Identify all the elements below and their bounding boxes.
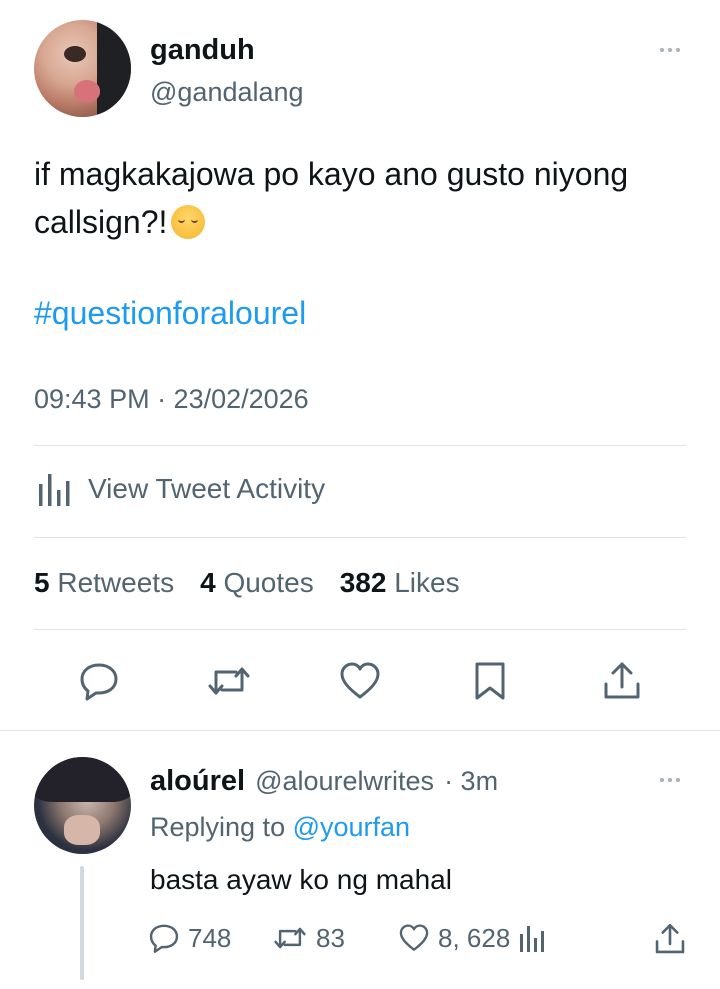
avatar[interactable]	[34, 20, 131, 117]
retweet-icon	[274, 927, 306, 949]
reply-action-bar: 748 83 8, 628	[148, 922, 693, 962]
divider	[34, 445, 686, 446]
retweets-stat[interactable]: 5 Retweets	[34, 567, 174, 599]
share-icon	[655, 923, 685, 954]
reply-time[interactable]: · 3m	[444, 766, 498, 797]
like-count: 8, 628	[438, 922, 511, 953]
view-tweet-activity-button[interactable]: View Tweet Activity	[34, 470, 325, 508]
reply-retweet-button[interactable]: 83	[272, 922, 345, 954]
view-tweet-activity-label: View Tweet Activity	[88, 473, 326, 504]
author-handle[interactable]: @gandalang	[150, 77, 304, 108]
reply-author-name[interactable]: aloúrel	[150, 765, 245, 798]
reply-like-button[interactable]: 8, 628	[398, 922, 545, 954]
reply-count: 748	[188, 922, 232, 953]
tweet-stats: 5 Retweets 4 Quotes 382 Likes	[34, 567, 460, 599]
replying-to: Replying to @yourfan	[150, 812, 410, 843]
reply-icon	[149, 924, 179, 953]
tweet-text-content: if magkakajowa po kayo ano gusto niyong …	[34, 156, 629, 240]
like-icon	[399, 924, 429, 951]
retweet-icon[interactable]	[206, 660, 252, 702]
hashtag-link[interactable]: #questionforalourel	[34, 295, 306, 332]
reply-text: basta ayaw ko ng mahal	[150, 864, 452, 895]
analytics-icon	[39, 474, 70, 506]
divider	[34, 629, 686, 630]
reply-share-button[interactable]	[653, 922, 687, 956]
tweet-timestamp[interactable]: 09:43 PM · 23/02/2026	[34, 384, 309, 415]
tweet-text: if magkakajowa po kayo ano gusto niyong …	[34, 150, 684, 246]
replying-to-label: Replying to	[150, 812, 286, 842]
reply-more-options-icon[interactable]	[660, 778, 680, 782]
reply-reply-button[interactable]: 748	[148, 922, 231, 954]
section-separator	[0, 730, 720, 731]
likes-stat[interactable]: 382 Likes	[340, 567, 460, 599]
replying-to-mention[interactable]: @yourfan	[293, 812, 410, 842]
reply-header: aloúrel @alourelwrites · 3m	[150, 765, 498, 798]
analytics-icon[interactable]	[518, 924, 545, 952]
bookmark-icon[interactable]	[470, 660, 510, 702]
retweet-count: 83	[316, 922, 345, 953]
main-tweet: ganduh @gandalang if magkakajowa po kayo…	[0, 0, 720, 730]
pensive-face-emoji-icon	[171, 205, 206, 239]
reply-icon[interactable]	[78, 660, 120, 702]
reply-author-handle[interactable]: @alourelwrites	[255, 766, 434, 797]
more-options-icon[interactable]	[660, 48, 680, 52]
like-icon[interactable]	[338, 660, 382, 702]
divider	[34, 537, 686, 538]
share-icon[interactable]	[601, 660, 643, 702]
quotes-stat[interactable]: 4 Quotes	[200, 567, 314, 599]
reply-avatar[interactable]	[34, 757, 131, 854]
thread-line	[80, 866, 84, 980]
author-name[interactable]: ganduh	[150, 34, 255, 67]
